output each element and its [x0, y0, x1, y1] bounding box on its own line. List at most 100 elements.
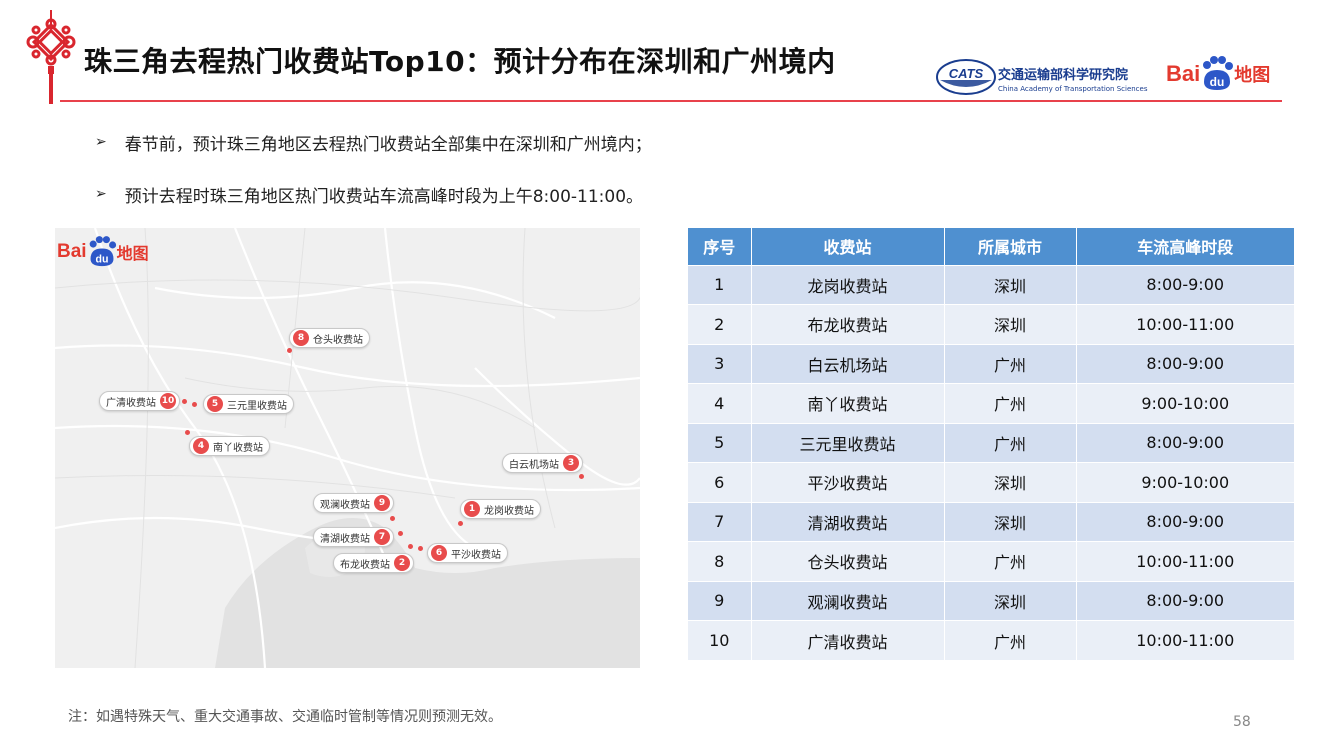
header-divider — [60, 100, 1282, 102]
arrow-bullet-icon: ➢ — [95, 134, 107, 150]
station-dot — [390, 516, 395, 521]
cell-station: 仓头收费站 — [751, 541, 945, 581]
page-title: 珠三角去程热门收费站Top10：预计分布在深圳和广州境内 — [84, 45, 836, 78]
cell-peak-period: 8:00-9:00 — [1076, 422, 1294, 463]
bullet-text: 春节前，预计珠三角地区去程热门收费站全部集中在深圳和广州境内； — [124, 134, 652, 155]
cell-peak-period: 10:00-11:00 — [1076, 541, 1294, 581]
cell-station: 清湖收费站 — [751, 501, 945, 542]
column-header-city: 所属城市 — [944, 228, 1077, 265]
baidu-du-text: du — [1210, 75, 1225, 89]
cell-peak-period: 9:00-10:00 — [1076, 462, 1294, 502]
table-row: 5 三元里收费站 广州 8:00-9:00 — [688, 422, 1294, 463]
rank-badge: 6 — [431, 545, 447, 561]
station-marker-6[interactable]: 6 平沙收费站 — [427, 543, 508, 563]
table-row: 6 平沙收费站 深圳 9:00-10:00 — [688, 462, 1294, 502]
cell-station: 布龙收费站 — [751, 304, 945, 344]
cell-station: 三元里收费站 — [751, 422, 945, 463]
cell-rank: 7 — [688, 501, 752, 542]
cell-rank: 6 — [688, 462, 752, 502]
station-marker-10[interactable]: 广清收费站 10 — [99, 391, 180, 411]
table-row: 4 南丫收费站 广州 9:00-10:00 — [688, 383, 1294, 423]
station-dot — [185, 430, 190, 435]
station-marker-3[interactable]: 白云机场站 3 — [502, 453, 583, 473]
baidu-ditu-text: 地图 — [1234, 65, 1271, 86]
station-dot — [458, 521, 463, 526]
cell-station: 龙岗收费站 — [751, 264, 945, 305]
rank-badge: 10 — [160, 393, 176, 409]
cell-city: 广州 — [944, 383, 1077, 423]
rank-badge: 7 — [374, 529, 390, 545]
cell-station: 南丫收费站 — [751, 383, 945, 423]
table-row: 2 布龙收费站 深圳 10:00-11:00 — [688, 304, 1294, 344]
cell-city: 广州 — [944, 541, 1077, 581]
station-name: 三元里收费站 — [227, 400, 287, 412]
cell-city: 深圳 — [944, 462, 1077, 502]
station-marker-7[interactable]: 清湖收费站 7 — [313, 527, 394, 547]
bullet-text: 预计去程时珠三角地区热门收费站车流高峰时段为上午8:00-11:00。 — [124, 186, 644, 207]
cell-city: 深圳 — [944, 580, 1077, 621]
cats-logo: CATS — [936, 59, 996, 95]
cell-city: 深圳 — [944, 264, 1077, 305]
station-marker-9[interactable]: 观澜收费站 9 — [313, 493, 394, 513]
station-dot — [408, 544, 413, 549]
station-marker-5[interactable]: 5 三元里收费站 — [203, 394, 294, 414]
cell-city: 广州 — [944, 343, 1077, 384]
cell-rank: 4 — [688, 383, 752, 423]
cell-city: 深圳 — [944, 304, 1077, 344]
cell-station: 白云机场站 — [751, 343, 945, 384]
station-name: 布龙收费站 — [340, 559, 390, 571]
column-header-rank: 序号 — [688, 228, 752, 265]
baidu-bai-text: Bai — [1166, 61, 1201, 86]
toll-station-table: 序号 收费站 所属城市 车流高峰时段 1 龙岗收费站 深圳 8:00-9:00 2 布龙收… — [688, 228, 1294, 660]
map-baidu-bai-text: Bai — [57, 241, 87, 262]
station-marker-8[interactable]: 8 仓头收费站 — [289, 328, 370, 348]
rank-badge: 2 — [394, 555, 410, 571]
cats-institution: 交通运输部科学研究院 China Academy of Transportati… — [998, 64, 1148, 93]
cell-peak-period: 10:00-11:00 — [1076, 620, 1294, 660]
cell-peak-period: 8:00-9:00 — [1076, 501, 1294, 542]
station-name: 龙岗收费站 — [484, 505, 534, 517]
map-baidu-du-text: du — [95, 254, 108, 266]
baidu-map-logo: Bai du 地图 — [1166, 56, 1270, 92]
rank-badge: 9 — [374, 495, 390, 511]
cell-city: 广州 — [944, 620, 1077, 660]
column-header-station: 收费站 — [751, 228, 945, 265]
cell-peak-period: 8:00-9:00 — [1076, 264, 1294, 305]
cell-station: 观澜收费站 — [751, 580, 945, 621]
table-row: 8 仓头收费站 广州 10:00-11:00 — [688, 541, 1294, 581]
bullet-item: ➢ 春节前，预计珠三角地区去程热门收费站全部集中在深圳和广州境内； — [95, 128, 652, 156]
cell-city: 广州 — [944, 422, 1077, 463]
page-number: 58 — [1233, 714, 1251, 730]
station-dot — [182, 399, 187, 404]
station-dot — [287, 348, 292, 353]
rank-badge: 3 — [563, 455, 579, 471]
station-marker-1[interactable]: 1 龙岗收费站 — [460, 499, 541, 519]
cell-rank: 10 — [688, 620, 752, 660]
station-name: 广清收费站 — [106, 397, 156, 409]
rank-badge: 1 — [464, 501, 480, 517]
cell-station: 平沙收费站 — [751, 462, 945, 502]
station-name: 平沙收费站 — [451, 549, 501, 561]
toll-station-map: Bai du 地图 8 仓头收费站 广清收费站 10 5 三元里收费站 4 南丫… — [55, 228, 640, 668]
station-name: 观澜收费站 — [320, 499, 370, 511]
baidu-paw-icon: du — [1203, 56, 1234, 90]
rank-badge: 4 — [193, 438, 209, 454]
station-dot — [418, 546, 423, 551]
rank-badge: 5 — [207, 396, 223, 412]
cell-station: 广清收费站 — [751, 620, 945, 660]
cell-peak-period: 9:00-10:00 — [1076, 383, 1294, 423]
cats-name-en: China Academy of Transportation Sciences — [998, 85, 1148, 93]
footnote: 注：如遇特殊天气、重大交通事故、交通临时管制等情况则预测无效。 — [68, 709, 502, 725]
cell-peak-period: 10:00-11:00 — [1076, 304, 1294, 344]
station-dot — [579, 474, 584, 479]
arrow-bullet-icon: ➢ — [95, 186, 107, 202]
cell-rank: 5 — [688, 422, 752, 463]
table-row: 3 白云机场站 广州 8:00-9:00 — [688, 343, 1294, 384]
station-marker-2[interactable]: 布龙收费站 2 — [333, 553, 414, 573]
map-baidu-logo: Bai du 地图 — [57, 236, 149, 268]
station-name: 清湖收费站 — [320, 533, 370, 545]
cell-rank: 3 — [688, 343, 752, 384]
table-row: 10 广清收费站 广州 10:00-11:00 — [688, 620, 1294, 660]
station-marker-4[interactable]: 4 南丫收费站 — [189, 436, 270, 456]
table-header-row: 序号 收费站 所属城市 车流高峰时段 — [688, 228, 1294, 265]
